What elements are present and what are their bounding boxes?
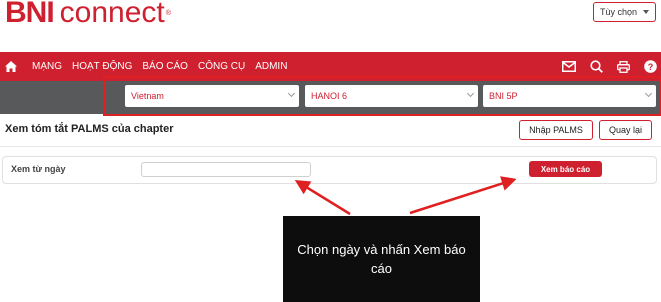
mail-icon[interactable] bbox=[562, 61, 576, 72]
view-report-button[interactable]: Xem báo cáo bbox=[529, 161, 602, 177]
bni-connect-logo[interactable]: BNI connect ® bbox=[5, 0, 171, 30]
arrow-to-view-report-button bbox=[409, 176, 517, 215]
nav-item-reports[interactable]: BÁO CÁO bbox=[142, 61, 188, 72]
arrow-to-date-input bbox=[294, 180, 351, 216]
svg-text:?: ? bbox=[648, 62, 654, 72]
options-label: Tùy chọn bbox=[599, 7, 638, 17]
import-palms-button[interactable]: Nhập PALMS bbox=[519, 120, 593, 140]
nav-item-activity[interactable]: HOẠT ĐỘNG bbox=[72, 61, 132, 72]
logo-bni-text: BNI bbox=[5, 0, 55, 29]
help-icon[interactable]: ? bbox=[644, 60, 657, 73]
from-date-label: Xem từ ngày bbox=[11, 164, 66, 174]
nav-item-admin[interactable]: ADMIN bbox=[255, 61, 287, 72]
logo-registered-mark: ® bbox=[165, 9, 171, 17]
search-icon[interactable] bbox=[590, 60, 603, 73]
caret-down-icon bbox=[643, 10, 650, 14]
from-date-input[interactable] bbox=[141, 162, 311, 177]
back-button[interactable]: Quay lại bbox=[599, 120, 652, 140]
options-dropdown[interactable]: Tùy chọn bbox=[593, 2, 656, 22]
section-divider bbox=[0, 146, 661, 147]
logo-connect-text: connect bbox=[59, 0, 165, 29]
nav-item-network[interactable]: MẠNG bbox=[32, 61, 62, 72]
annotation-highlight-box bbox=[103, 76, 661, 116]
print-icon[interactable] bbox=[617, 60, 630, 73]
nav-item-tools[interactable]: CÔNG CỤ bbox=[198, 61, 245, 72]
instruction-callout: Chọn ngày và nhấn Xem báo cáo bbox=[283, 216, 480, 302]
home-icon[interactable] bbox=[0, 52, 22, 81]
page-title: Xem tóm tắt PALMS của chapter bbox=[5, 123, 174, 135]
